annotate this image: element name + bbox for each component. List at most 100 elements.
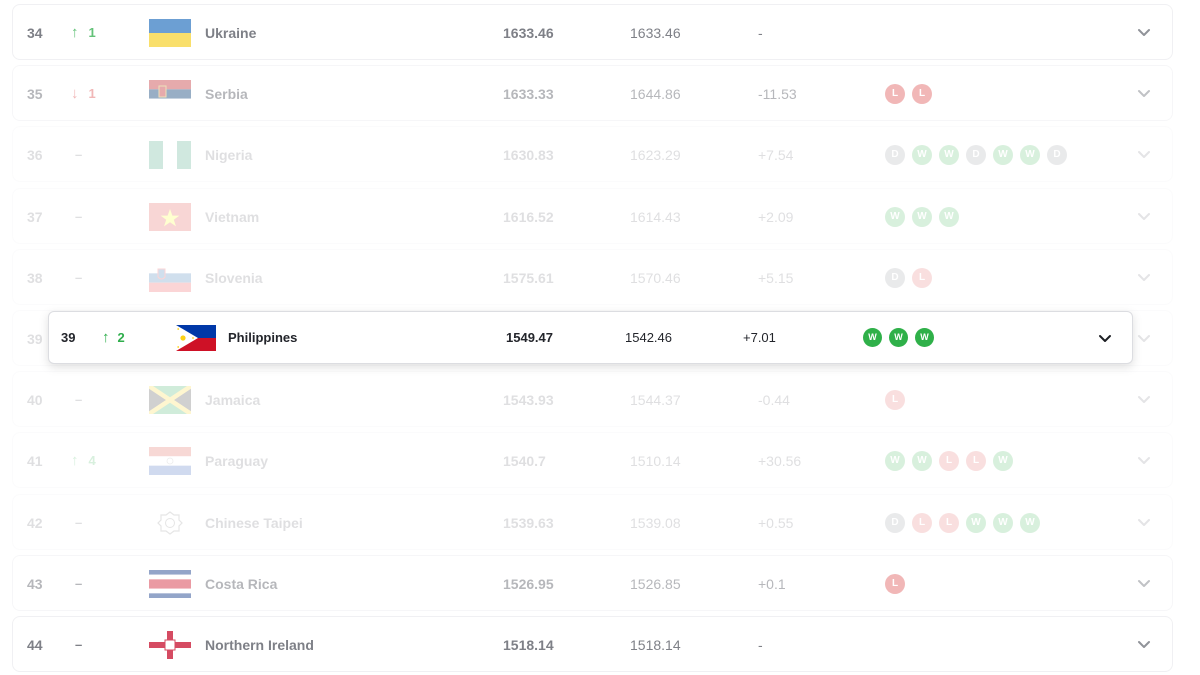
country-name: Jamaica (205, 392, 261, 409)
previous-points: 1614.43 (630, 208, 681, 225)
previous-points: 1623.29 (630, 147, 681, 164)
rank-change-none: – (75, 269, 83, 285)
points: 1549.47 (506, 330, 553, 345)
ranking-row[interactable]: 36– Nigeria 1630.83 1623.29 +7.54 D W W D W W D (12, 126, 1173, 183)
result-badge: L (885, 573, 905, 594)
result-badge: L (939, 512, 959, 533)
chevron-down-icon[interactable] (1096, 329, 1114, 347)
arrow-up-icon: ↑ (71, 24, 79, 41)
chevron-down-icon[interactable] (1135, 268, 1153, 286)
rank: 41 (27, 453, 43, 470)
ranking-row[interactable]: 42– Chinese Taipei 1539.63 1539.08 +0.55 D L L W… (12, 493, 1173, 550)
rank-change-value: 2 (117, 330, 125, 345)
points: 1518.14 (503, 637, 554, 653)
rank: 43 (27, 575, 43, 592)
flag-icon-philippines (176, 325, 216, 351)
result-badge: L (885, 390, 905, 411)
points: 1575.61 (503, 269, 554, 286)
result-badge: D (885, 145, 905, 166)
previous-points: 1544.37 (630, 392, 681, 409)
previous-points: 1518.14 (630, 637, 681, 653)
previous-points: 1542.46 (625, 330, 672, 345)
result-badge: D (885, 512, 905, 533)
recent-results: WWLLW (885, 451, 1020, 472)
chevron-down-icon[interactable] (1135, 23, 1153, 41)
ranking-row-highlighted[interactable]: 39 ↑ 2 Philippines 1549.47 1542.46 +7.01 … (48, 311, 1133, 364)
points-difference: +5.15 (758, 269, 794, 286)
recent-results: LL (885, 84, 939, 105)
rank: 35 (27, 86, 43, 103)
chevron-down-icon[interactable] (1135, 574, 1153, 592)
arrow-down-icon: ↓ (71, 85, 79, 103)
recent-results: L (885, 573, 912, 594)
ranking-row[interactable]: 34 ↑ 1 Ukraine 1633.46 1633.46- (12, 4, 1173, 60)
points: 1539.63 (503, 514, 554, 531)
arrow-up-icon: ↑ (102, 329, 110, 346)
ranking-row[interactable]: 37– Vietnam 1616.52 1614.43 +2.09 W W W (12, 187, 1173, 244)
chevron-down-icon[interactable] (1135, 207, 1153, 225)
rank: 39 (61, 330, 76, 345)
chevron-down-icon[interactable] (1135, 513, 1153, 531)
arrow-up-icon: ↑ (71, 452, 79, 470)
points-difference: +0.1 (758, 575, 786, 592)
rank-change-value: 4 (88, 453, 96, 469)
previous-points: 1526.85 (630, 575, 681, 592)
country-name: Chinese Taipei (205, 514, 303, 531)
points-difference: - (758, 637, 763, 653)
result-badge: W (912, 145, 932, 166)
chevron-down-icon[interactable] (1135, 329, 1153, 347)
country-name: Slovenia (205, 269, 263, 286)
points-difference: +30.56 (758, 453, 802, 470)
result-badge: W (966, 512, 986, 533)
ranking-row[interactable]: 43 – Costa Rica 1526.95 1526.85 +0.1 L (12, 554, 1173, 611)
chevron-down-icon[interactable] (1135, 451, 1153, 469)
chevron-down-icon[interactable] (1135, 84, 1153, 102)
ranking-row[interactable]: 35 ↓ 1 Serbia 1633.33 1644.86 -11.53 L L (12, 65, 1173, 122)
previous-points: 1539.08 (630, 514, 681, 531)
result-badge: L (912, 512, 932, 533)
rank: 39 (27, 331, 43, 347)
points-difference: +7.54 (758, 147, 794, 164)
rank-change-none: – (75, 637, 83, 652)
flag-icon-serbia (149, 80, 191, 109)
result-badge: D (1047, 145, 1067, 166)
points: 1543.93 (503, 392, 554, 409)
rank-change-none: – (75, 575, 83, 591)
flag-icon-costarica (149, 569, 191, 598)
rank-change-none: – (75, 147, 83, 163)
rank-change-none: – (75, 392, 83, 408)
result-badge: D (966, 145, 986, 166)
rank: 42 (27, 514, 43, 531)
ranking-row[interactable]: 40 – Jamaica 1543.93 1544.37 -0.44 L (12, 371, 1173, 428)
previous-points: 1510.14 (630, 453, 681, 470)
flag-icon-ukraine (149, 19, 191, 47)
rank: 38 (27, 269, 43, 286)
country-name: Nigeria (205, 147, 253, 164)
points: 1630.83 (503, 147, 554, 164)
points: 1633.33 (503, 86, 554, 103)
chevron-down-icon[interactable] (1135, 390, 1153, 408)
ranking-row[interactable]: 41 ↑ 4 Paraguay 1540.7 1510.14 +30.56 W W L L W (12, 432, 1173, 489)
rank: 37 (27, 208, 43, 225)
flag-icon-jamaica (149, 386, 191, 415)
ranking-row[interactable]: 44 – Northern Ireland 1518.14 1518.14 - (12, 616, 1173, 672)
country-name: Paraguay (205, 453, 269, 470)
previous-points: 1570.46 (630, 269, 681, 286)
rank-change-none: – (75, 514, 83, 530)
country-name: Costa Rica (205, 575, 278, 592)
country-name: Ukraine (205, 25, 257, 41)
result-badge: L (912, 84, 932, 105)
chevron-down-icon[interactable] (1135, 145, 1153, 163)
result-badge: W (993, 451, 1013, 472)
points: 1526.95 (503, 575, 554, 592)
result-badge: W (939, 206, 959, 227)
chevron-down-icon[interactable] (1135, 635, 1153, 653)
previous-points: 1633.46 (630, 25, 681, 41)
result-badge: W (939, 145, 959, 166)
flag-icon-vietnam (149, 202, 191, 231)
points-difference: +2.09 (758, 208, 794, 225)
ranking-row[interactable]: 38 – Slovenia 1575.61 1570.46 +5.15 D L (12, 248, 1173, 305)
recent-results: DWWDWWD (885, 145, 1074, 166)
rank-change: ↓ 1 (71, 66, 96, 122)
points-difference: +0.55 (758, 514, 794, 531)
